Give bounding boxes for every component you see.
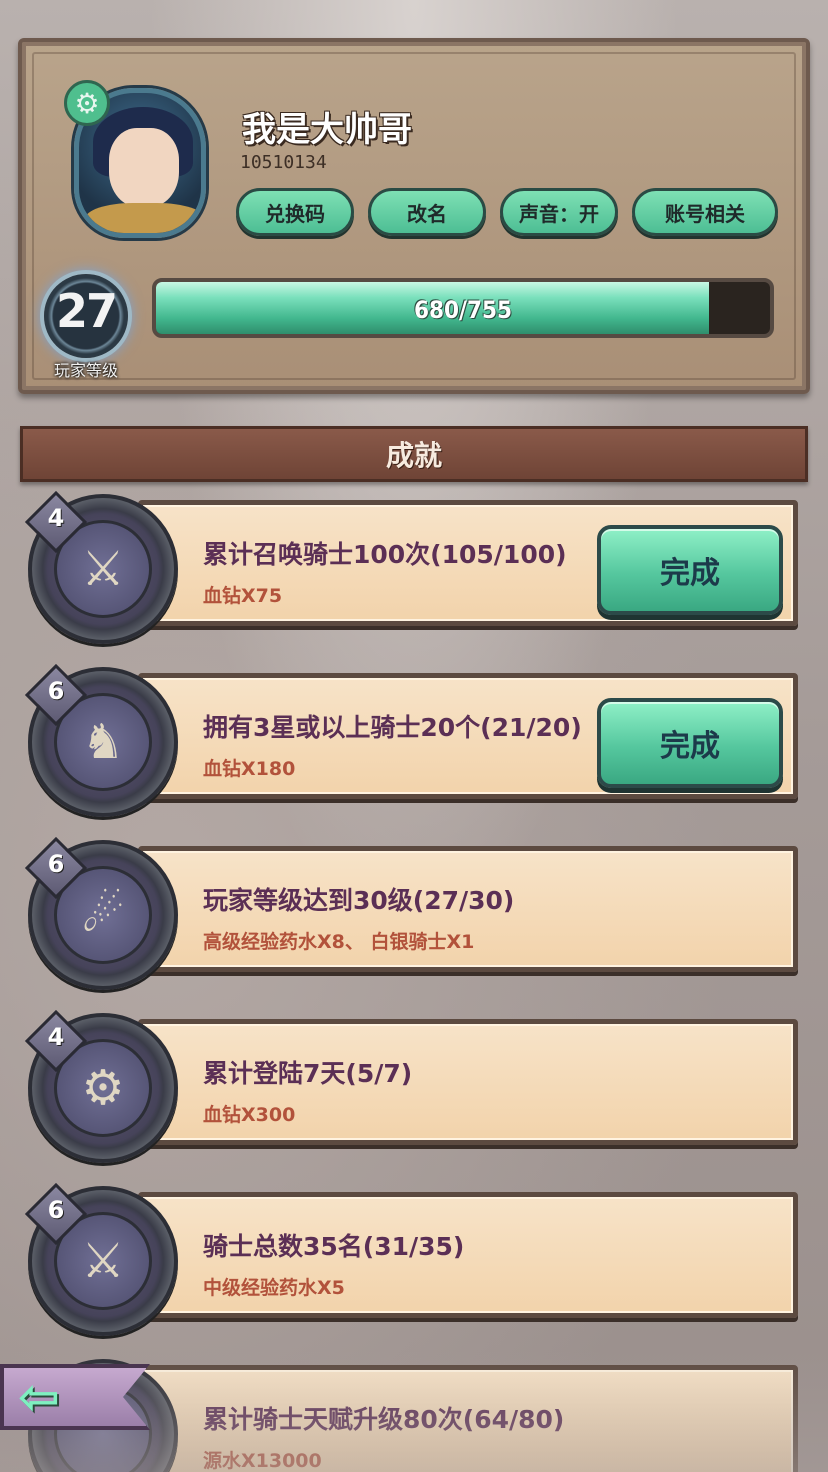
- achievement-badge-number: 6: [47, 677, 65, 705]
- achievement-reward: 血钻X180: [203, 758, 296, 780]
- achievement-card: 骑士总数35名(31/35) 中级经验药水X5: [138, 1192, 798, 1318]
- achievement-item: 累计登陆7天(5/7) 血钻X300 ⚙ 4: [24, 1009, 800, 1163]
- complete-button[interactable]: 完成: [597, 525, 783, 615]
- achievement-card: 玩家等级达到30级(27/30) 高级经验药水X8、 白银骑士X1: [138, 846, 798, 972]
- sound-toggle-button[interactable]: 声音：开: [500, 188, 618, 236]
- achievement-item: 累计召唤骑士100次(105/100) 血钻X75 完成 ⚔ 4: [24, 490, 800, 644]
- avatar-collar: [85, 203, 201, 233]
- player-level-label: 玩家等级: [53, 361, 118, 380]
- back-button[interactable]: ⇦: [0, 1354, 168, 1440]
- achievement-title: 累计登陆7天(5/7): [203, 1059, 413, 1088]
- achievement-badge-number: 4: [47, 504, 65, 532]
- complete-button[interactable]: 完成: [597, 698, 783, 788]
- achievement-reward: 高级经验药水X8、 白银骑士X1: [203, 931, 475, 953]
- achievement-reward: 血钻X300: [203, 1104, 296, 1126]
- achievements-header: 成就: [20, 426, 808, 482]
- achievement-title: 拥有3星或以上骑士20个(21/20): [203, 713, 582, 742]
- achievement-title: 玩家等级达到30级(27/30): [203, 886, 515, 915]
- player-name: 我是大帅哥: [242, 110, 412, 150]
- achievement-title: 累计召唤骑士100次(105/100): [203, 540, 567, 569]
- xp-text: 680/755: [413, 296, 513, 324]
- achievement-card: 拥有3星或以上骑士20个(21/20) 血钻X180 完成: [138, 673, 798, 799]
- xp-bar: 680/755: [152, 278, 774, 338]
- rename-button[interactable]: 改名: [368, 188, 486, 236]
- account-button[interactable]: 账号相关: [632, 188, 778, 236]
- settings-gear-icon[interactable]: ⚙: [64, 80, 110, 126]
- avatar-face: [109, 128, 179, 208]
- achievement-reward: 中级经验药水X5: [203, 1277, 345, 1299]
- achievement-item: 骑士总数35名(31/35) 中级经验药水X5 ⚔ 6: [24, 1182, 800, 1336]
- achievement-reward: 血钻X75: [203, 585, 283, 607]
- redeem-code-button[interactable]: 兑换码: [236, 188, 354, 236]
- achievement-item: 玩家等级达到30级(27/30) 高级经验药水X8、 白银骑士X1 ☄ 6: [24, 836, 800, 990]
- achievement-badge-number: 6: [47, 1196, 65, 1224]
- avatar[interactable]: ⚙: [64, 80, 214, 270]
- back-arrow-icon: ⇦: [18, 1368, 60, 1426]
- achievement-card: 累计登陆7天(5/7) 血钻X300: [138, 1019, 798, 1145]
- player-level: 27: [55, 284, 118, 338]
- achievement-title: 骑士总数35名(31/35): [203, 1232, 465, 1261]
- profile-panel: ⚙ 27 玩家等级 我是大帅哥 10510134 兑换码 改名 声音：开 账号相…: [18, 38, 810, 394]
- achievement-badge-number: 6: [47, 850, 65, 878]
- achievement-badge-number: 4: [47, 1023, 65, 1051]
- player-level-badge: 27 玩家等级: [32, 262, 140, 380]
- player-id: 10510134: [240, 152, 327, 173]
- achievement-item: 拥有3星或以上骑士20个(21/20) 血钻X180 完成 ♞ 6: [24, 663, 800, 817]
- achievement-card: 累计召唤骑士100次(105/100) 血钻X75 完成: [138, 500, 798, 626]
